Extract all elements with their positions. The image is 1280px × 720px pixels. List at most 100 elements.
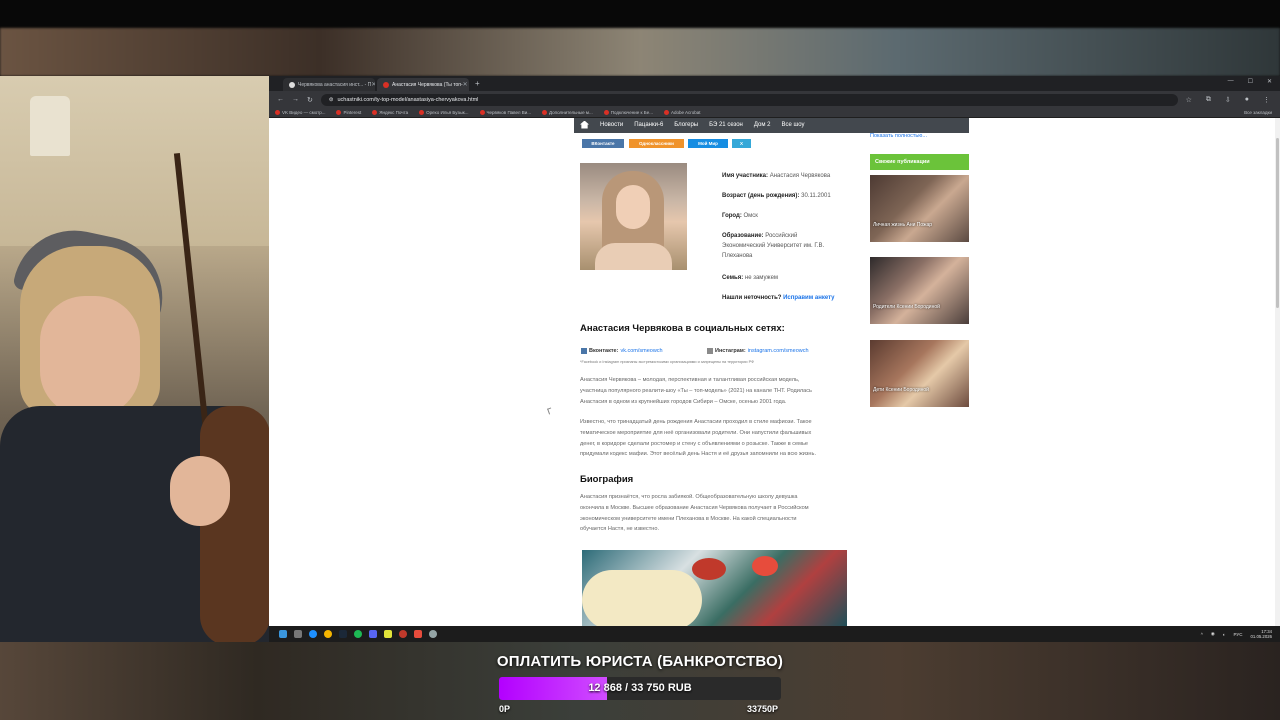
vk-link[interactable]: vk.com/smeowch bbox=[620, 348, 662, 354]
window-controls: — ☐ ✕ bbox=[1228, 78, 1272, 85]
tab-active[interactable]: Анастасия Червякова (Ты топ- ✕ bbox=[377, 78, 469, 91]
address-bar[interactable]: ⊜ uchastniki.com/ty-top-model/anastasiya… bbox=[320, 93, 1178, 106]
discord-icon[interactable] bbox=[369, 630, 377, 638]
social-heading: Анастасия Червякова в социальных сетях: bbox=[580, 323, 785, 334]
close-icon[interactable]: ✕ bbox=[371, 81, 375, 88]
url-text: uchastniki.com/ty-top-model/anastasiya-c… bbox=[337, 96, 479, 103]
bookmark-item[interactable]: Дополнительные м... bbox=[542, 110, 593, 115]
steam-icon[interactable] bbox=[339, 630, 347, 638]
edge-icon[interactable] bbox=[309, 630, 317, 638]
info-education: Образование: Российский Экономический Уни… bbox=[722, 233, 825, 259]
share-vk-button[interactable]: ВКонтакте bbox=[582, 139, 624, 148]
forward-icon[interactable]: → bbox=[292, 96, 299, 103]
top-black-bar bbox=[0, 0, 1280, 28]
new-tab-icon[interactable]: + bbox=[475, 79, 480, 88]
nav-item[interactable]: Новости bbox=[600, 122, 623, 128]
info-city: Город: Омск bbox=[722, 213, 758, 219]
maximize-icon[interactable]: ☐ bbox=[1248, 78, 1253, 85]
webcam-face bbox=[40, 296, 140, 416]
paragraph-intro: Анастасия Червякова – молодая, перспекти… bbox=[580, 377, 812, 405]
ig-contact: Инстаграм: instagram.com/smeowch bbox=[707, 348, 809, 354]
share-mymir-button[interactable]: Мой Мир bbox=[688, 139, 728, 148]
obs-icon[interactable] bbox=[399, 630, 407, 638]
site-nav: Новости Пацанки-6 Блогеры БЭ 21 сезон До… bbox=[574, 118, 969, 133]
menu-icon[interactable]: ⋮ bbox=[1263, 96, 1270, 104]
info-name: Имя участника: Анастасия Червякова bbox=[722, 173, 831, 179]
ig-link[interactable]: instagram.com/smeowch bbox=[748, 348, 809, 354]
bookmark-item[interactable]: Adobe Acrobat bbox=[663, 110, 701, 115]
minimize-icon[interactable]: — bbox=[1228, 78, 1234, 85]
reload-icon[interactable]: ↻ bbox=[307, 96, 313, 104]
scrollbar-thumb[interactable] bbox=[1276, 138, 1279, 308]
share-ok-button[interactable]: Одноклассники bbox=[629, 139, 684, 148]
background-blurred-scene bbox=[0, 28, 1280, 76]
start-icon[interactable] bbox=[279, 630, 287, 638]
windows-taskbar: ^ ◉ ◐ РУС 17:34 01.05.2026 bbox=[269, 626, 1280, 642]
back-icon[interactable]: ← bbox=[277, 96, 284, 103]
fix-profile-link[interactable]: Исправим анкету bbox=[783, 295, 834, 301]
google-icon bbox=[289, 81, 295, 88]
close-window-icon[interactable]: ✕ bbox=[1267, 78, 1272, 85]
webcam-feed bbox=[0, 76, 269, 642]
settings-icon[interactable] bbox=[429, 630, 437, 638]
browser-window: Червякова анастасия инст... - П ✕ Анаста… bbox=[269, 76, 1280, 626]
bookmark-item[interactable]: Орехо Илья Бузык... bbox=[419, 110, 469, 115]
home-icon[interactable] bbox=[580, 120, 589, 129]
biography-heading: Биография bbox=[580, 474, 634, 485]
tab-search[interactable]: Червякова анастасия инст... - П ✕ bbox=[283, 78, 375, 91]
paragraph-birthday: Известно, что тринадцатый день рождения … bbox=[580, 419, 816, 458]
clock[interactable]: 17:34 01.05.2026 bbox=[1250, 629, 1272, 639]
donation-goal-title: ОПЛАТИТЬ ЮРИСТА (БАНКРОТСТВО) bbox=[496, 653, 784, 670]
bookmark-item[interactable]: Pinterest bbox=[336, 110, 361, 115]
stream-screen: Червякова анастасия инст... - П ✕ Анаста… bbox=[0, 0, 1280, 720]
post-card-title: Родители Ксении Бородиной bbox=[873, 304, 940, 310]
profile-icon[interactable]: ● bbox=[1245, 96, 1249, 104]
volume-icon[interactable]: ◐ bbox=[1223, 632, 1226, 637]
tray-chevron-icon[interactable]: ^ bbox=[1201, 632, 1203, 637]
nav-item[interactable]: Блогеры bbox=[674, 122, 698, 128]
site-info-icon[interactable]: ⊜ bbox=[329, 97, 334, 103]
network-icon[interactable]: ◉ bbox=[1211, 631, 1215, 637]
download-icon[interactable]: ⇩ bbox=[1225, 96, 1231, 104]
tab-label: Червякова анастасия инст... - П bbox=[298, 81, 372, 88]
app-icon[interactable] bbox=[384, 630, 392, 638]
nav-item[interactable]: БЭ 21 сезон bbox=[709, 122, 743, 128]
profile-photo bbox=[580, 163, 687, 270]
app-icon[interactable] bbox=[414, 630, 422, 638]
share-x-button[interactable]: X bbox=[732, 139, 751, 148]
bookmark-item[interactable]: Червяков Павел Ви... bbox=[479, 110, 531, 115]
bookmarks-bar: VK Видео — смотр... Pinterest Яндекс Поч… bbox=[269, 108, 1280, 118]
nav-item[interactable]: Все шоу bbox=[781, 122, 804, 128]
post-card[interactable]: Дети Ксении Бородиной bbox=[870, 340, 969, 407]
mouse-cursor bbox=[547, 407, 553, 415]
chrome-icon[interactable] bbox=[324, 630, 332, 638]
bookmark-star-icon[interactable]: ☆ bbox=[1186, 96, 1192, 104]
vk-contact: Вконтакте: vk.com/smeowch bbox=[581, 348, 663, 354]
read-more-link[interactable]: Показать полностью... bbox=[870, 133, 927, 139]
post-card[interactable]: Личная жизнь Ани Пожар bbox=[870, 175, 969, 242]
bookmark-item[interactable]: VK Видео — смотр... bbox=[275, 110, 325, 115]
system-tray: ^ ◉ ◐ РУС 17:34 01.05.2026 bbox=[1201, 629, 1272, 639]
nav-item[interactable]: Пацанки-6 bbox=[634, 122, 663, 128]
paragraph-biography: Анастасия признаётся, что росла забиякой… bbox=[580, 494, 809, 533]
close-icon[interactable]: ✕ bbox=[463, 81, 468, 88]
nav-item[interactable]: Дом 2 bbox=[754, 122, 771, 128]
disclaimer-note: *Facebook и Instagram признаны экстремис… bbox=[580, 360, 754, 364]
page-viewport: Новости Пацанки-6 Блогеры БЭ 21 сезон До… bbox=[269, 118, 1280, 626]
post-card-title: Личная жизнь Ани Пожар bbox=[873, 222, 933, 228]
webcam-hand bbox=[170, 456, 230, 526]
spotify-icon[interactable] bbox=[354, 630, 362, 638]
bookmark-item[interactable]: Яндекс Почта bbox=[372, 110, 408, 115]
info-age: Возраст (день рождения): 30.11.2001 bbox=[722, 193, 831, 199]
donation-progress-bar: 12 868 / 33 750 RUB bbox=[499, 677, 781, 700]
post-card-title: Дети Ксении Бородиной bbox=[873, 387, 929, 393]
tab-label: Анастасия Червякова (Ты топ- bbox=[392, 81, 463, 88]
page-scrollbar[interactable] bbox=[1275, 118, 1280, 626]
post-card[interactable]: Родители Ксении Бородиной bbox=[870, 257, 969, 324]
task-view-icon[interactable] bbox=[294, 630, 302, 638]
bookmark-item[interactable]: Подключение к Бе... bbox=[603, 110, 653, 115]
extensions-icon[interactable]: ⧉ bbox=[1206, 96, 1211, 104]
all-bookmarks[interactable]: Все закладки bbox=[1244, 110, 1272, 115]
info-fix: Нашли неточность? Исправим анкету bbox=[722, 295, 835, 301]
language-indicator[interactable]: РУС bbox=[1233, 632, 1242, 637]
